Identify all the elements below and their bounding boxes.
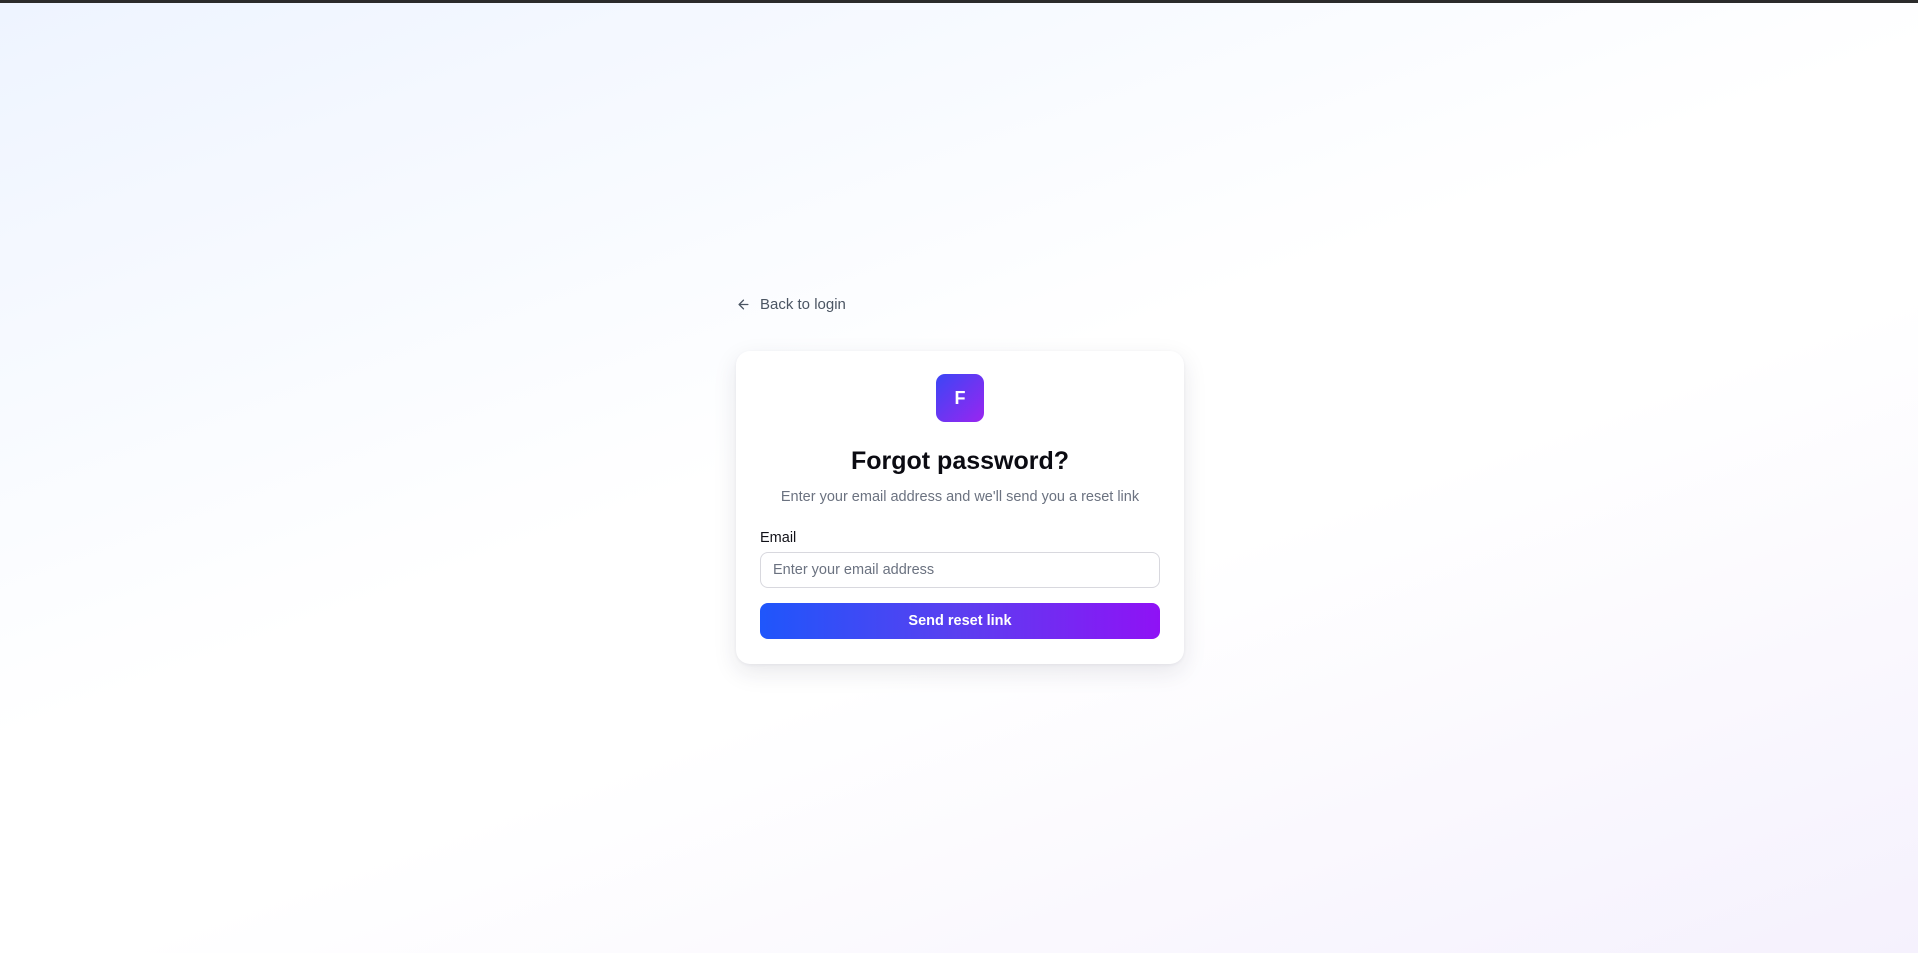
- arrow-left-icon: [736, 297, 751, 312]
- forgot-password-container: Back to login F Forgot password? Enter y…: [736, 294, 1184, 664]
- back-link-label: Back to login: [760, 295, 846, 313]
- email-field[interactable]: [760, 552, 1160, 588]
- send-reset-link-button[interactable]: Send reset link: [760, 603, 1160, 639]
- app-logo: F: [936, 374, 984, 422]
- forgot-password-card: F Forgot password? Enter your email addr…: [736, 351, 1184, 664]
- email-label: Email: [760, 530, 797, 546]
- back-to-login-link[interactable]: Back to login: [736, 294, 846, 314]
- page-title: Forgot password?: [850, 447, 1070, 475]
- logo-letter: F: [954, 387, 966, 408]
- window-top-border: [0, 0, 1918, 3]
- page-subtitle: Enter your email address and we'll send …: [780, 489, 1140, 505]
